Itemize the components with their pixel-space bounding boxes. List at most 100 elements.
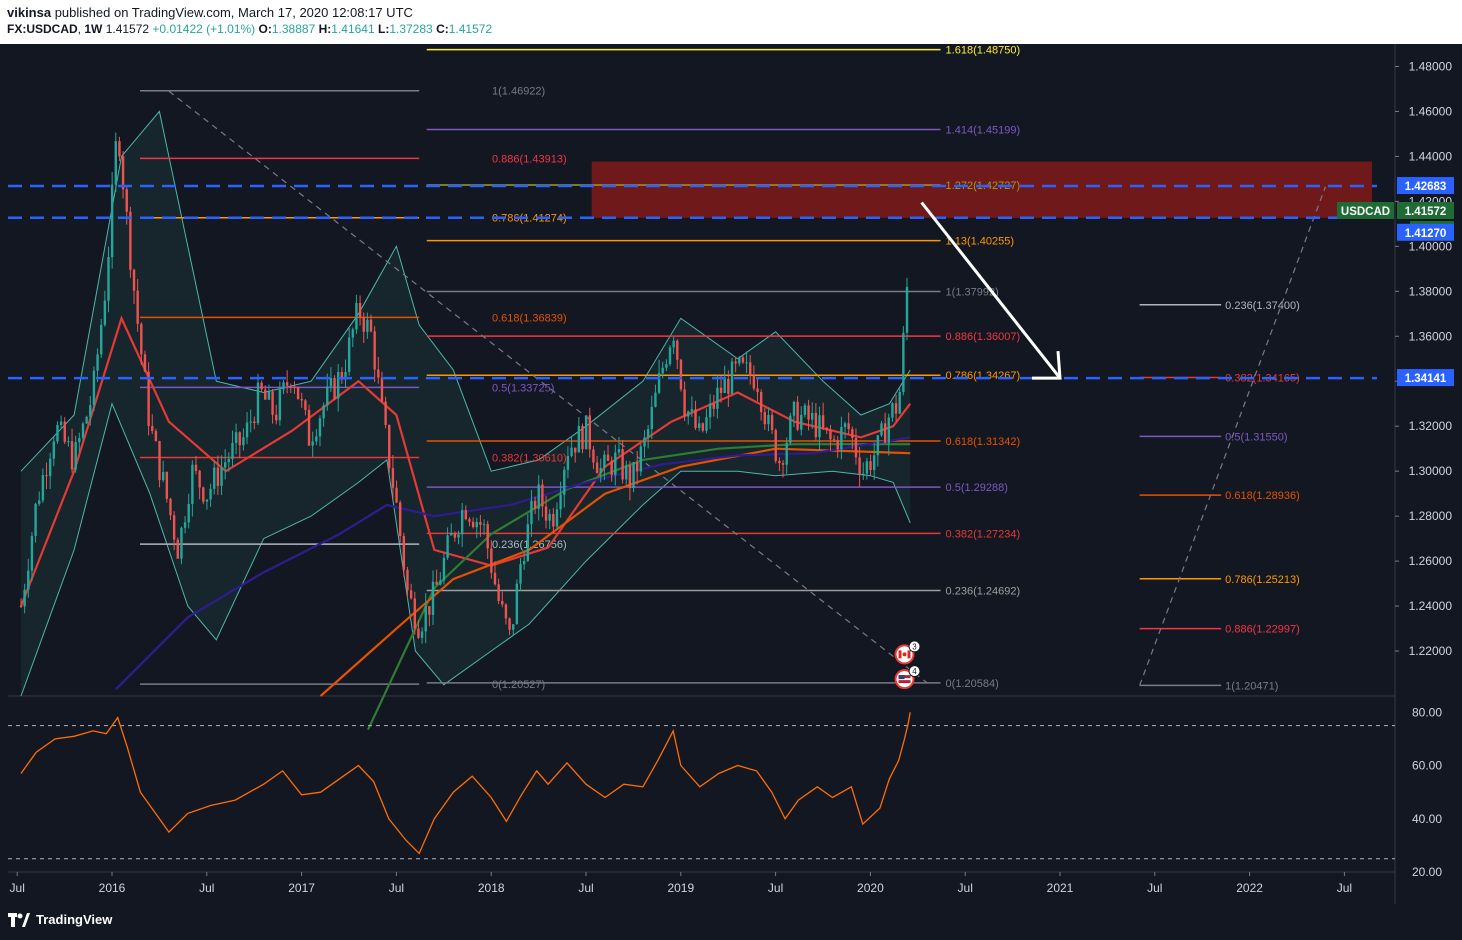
footer xyxy=(0,904,1462,940)
candle-body xyxy=(727,378,730,394)
fib-level-label: 0.786(1.25213) xyxy=(1225,574,1300,586)
candle-body xyxy=(482,524,486,526)
ohlc-legend: FX:USDCAD, 1W 1.41572 +0.01422 (+1.01%) … xyxy=(7,22,493,36)
candle-body xyxy=(646,429,650,438)
candle-body xyxy=(260,382,263,390)
candle-body xyxy=(657,373,661,393)
candle-body xyxy=(48,458,52,477)
candle-body xyxy=(453,532,457,538)
candle-body xyxy=(373,331,376,370)
rsi-tick-label: 60.00 xyxy=(1412,759,1442,773)
time-tick-label: Jul xyxy=(578,881,593,895)
fib-level-label: 1(1.20471) xyxy=(1225,680,1278,692)
candle-body xyxy=(151,425,154,432)
candle-body xyxy=(479,522,482,525)
symbol-name[interactable]: FX:USDCAD xyxy=(7,22,78,36)
candle-body xyxy=(854,437,858,458)
candle-body xyxy=(504,604,508,619)
candle-body xyxy=(216,467,220,486)
candle-body xyxy=(107,257,110,301)
candle-body xyxy=(460,510,464,535)
candle-body xyxy=(147,371,150,426)
candle-body xyxy=(271,391,274,415)
fib-level-label: 0(1.20527) xyxy=(492,679,545,691)
candle-body xyxy=(577,425,581,453)
candle-body xyxy=(756,388,759,393)
candle-body xyxy=(388,425,391,469)
candle-body xyxy=(785,442,788,465)
candle-body xyxy=(767,414,770,425)
low-value: 1.37283 xyxy=(389,22,433,36)
candle-body xyxy=(242,437,245,446)
candle-body xyxy=(420,631,424,638)
fib-level-label: 0.886(1.22997) xyxy=(1225,624,1300,636)
candle-body xyxy=(789,415,792,443)
fib-level-label: 0.886(1.36007) xyxy=(946,331,1021,343)
fib-level-label: 1.414(1.45199) xyxy=(946,124,1021,136)
candle-body xyxy=(362,317,365,332)
candle-body xyxy=(814,412,818,438)
time-tick-label: Jul xyxy=(199,881,214,895)
rsi-tick-label: 20.00 xyxy=(1412,865,1442,879)
candle-body xyxy=(544,506,548,521)
tradingview-logo-icon xyxy=(8,912,30,927)
candle-body xyxy=(198,470,201,488)
event-count: 3 xyxy=(912,642,917,651)
candle-body xyxy=(880,423,883,436)
fib-level-label: 0.5(1.33725) xyxy=(492,382,554,394)
candle-body xyxy=(836,440,839,450)
chart-header: vikinsa published on TradingView.com, Ma… xyxy=(0,0,1462,44)
price-chart[interactable]: 1.618(1.48750)1.414(1.45199)1.272(1.4272… xyxy=(0,44,1462,904)
candle-body xyxy=(100,324,103,355)
candle-body xyxy=(169,498,172,516)
time-tick-label: 2021 xyxy=(1047,881,1074,895)
price-tag-label: USDCAD xyxy=(1341,206,1390,218)
canada-flag-icon xyxy=(898,650,902,659)
candle-body xyxy=(730,361,734,394)
interval-label[interactable]: 1W xyxy=(84,22,102,36)
candle-body xyxy=(745,362,748,364)
price-change: +0.01422 (+1.01%) xyxy=(152,22,256,36)
candle-body xyxy=(223,462,227,468)
candle-body xyxy=(34,503,37,536)
candle-body xyxy=(486,524,489,549)
candle-body xyxy=(770,414,774,431)
time-tick-label: 2018 xyxy=(478,881,505,895)
candle-body xyxy=(293,386,296,388)
time-tick-label: 2020 xyxy=(857,881,884,895)
usa-flag-icon xyxy=(898,675,905,680)
author-name[interactable]: vikinsa xyxy=(7,5,51,20)
candle-body xyxy=(158,441,161,481)
candle-body xyxy=(38,500,41,504)
candle-body xyxy=(132,269,136,291)
candle-body xyxy=(176,539,179,559)
candle-body xyxy=(643,437,646,447)
candle-body xyxy=(52,441,56,459)
candle-body xyxy=(639,446,643,472)
candle-body xyxy=(282,382,285,390)
fib-level-label: 0.886(1.43913) xyxy=(492,153,567,165)
candle-body xyxy=(326,386,329,406)
candle-body xyxy=(617,449,621,453)
candle-body xyxy=(865,461,869,474)
candle-body xyxy=(311,441,314,446)
time-tick-label: 2019 xyxy=(667,881,694,895)
candle-body xyxy=(231,442,234,459)
tradingview-logo[interactable]: TradingView xyxy=(8,912,112,927)
candle-body xyxy=(687,411,690,417)
candle-body xyxy=(304,400,307,410)
candle-body xyxy=(712,403,715,409)
candle-body xyxy=(807,405,810,420)
candle-body xyxy=(402,536,406,570)
candle-body xyxy=(278,389,282,421)
candle-body xyxy=(650,406,653,430)
candle-body xyxy=(548,513,551,521)
candle-body xyxy=(121,156,125,190)
candle-body xyxy=(424,606,427,632)
candle-body xyxy=(395,487,398,503)
candle-body xyxy=(811,412,814,420)
candle-body xyxy=(741,357,745,363)
candle-body xyxy=(759,392,763,413)
candle-body xyxy=(114,141,117,185)
candle-body xyxy=(377,369,380,378)
